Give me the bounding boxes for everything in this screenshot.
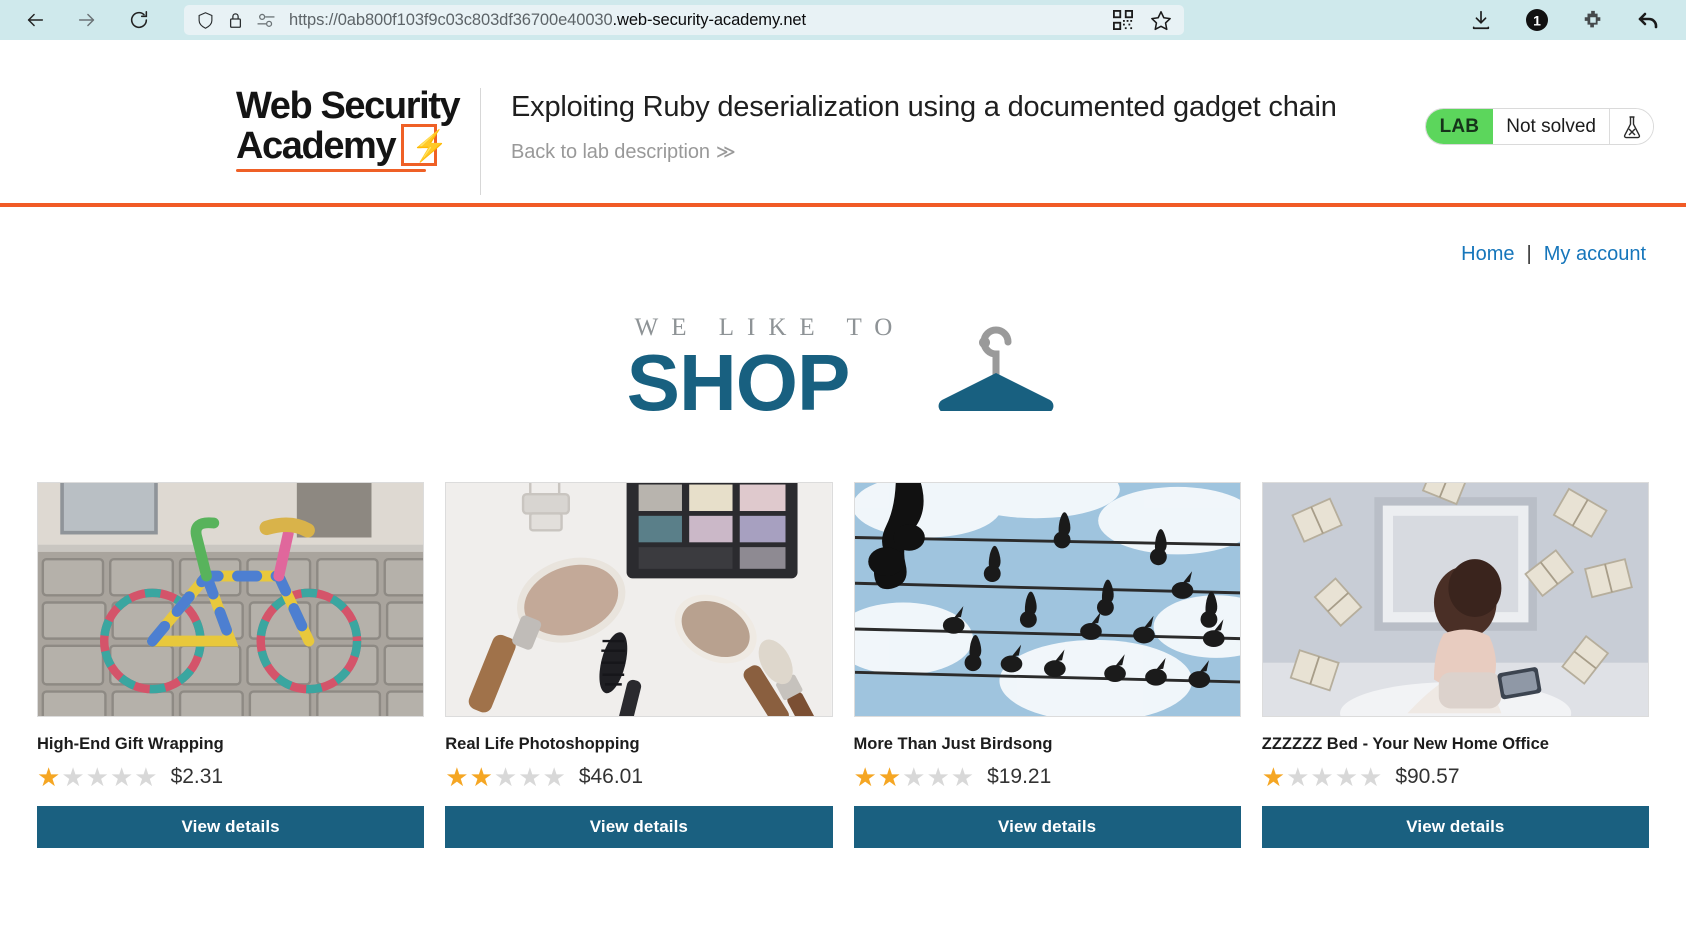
clothes-hanger-icon — [933, 307, 1059, 416]
lab-status-text: Not solved — [1493, 109, 1609, 144]
product-card: ZZZZZZ Bed - Your New Home Office ★ ★ ★ … — [1261, 482, 1649, 848]
product-card: High-End Gift Wrapping ★ ★ ★ ★ ★ $2.31 V… — [37, 482, 425, 848]
product-price: $2.31 — [170, 765, 224, 788]
product-grid: High-End Gift Wrapping ★ ★ ★ ★ ★ $2.31 V… — [32, 482, 1654, 848]
star-icon: ★ — [902, 762, 926, 792]
web-security-academy-logo[interactable]: Web Security Academy ⚡ — [236, 85, 464, 172]
star-bookmark-icon[interactable] — [1150, 9, 1172, 31]
star-icon: ★ — [1334, 762, 1358, 792]
url-host: .web-security-academy.net — [612, 10, 807, 29]
product-rating: ★ ★ ★ ★ ★ $19.21 — [854, 764, 1241, 790]
banner-word: SHOP — [626, 337, 851, 427]
reload-icon[interactable] — [126, 7, 152, 33]
back-arrow-icon[interactable] — [22, 7, 48, 33]
address-bar[interactable]: https://0ab800f103f9c03c803df36700e40030… — [184, 5, 1184, 35]
product-image-birds-on-wires[interactable] — [853, 482, 1241, 717]
logo-underline — [236, 169, 426, 172]
undo-arrow-icon[interactable] — [1636, 7, 1662, 33]
page-content: Web Security Academy ⚡ Exploiting Ruby d… — [0, 40, 1686, 952]
url-text: https://0ab800f103f9c03c803df36700e40030… — [289, 11, 1089, 30]
star-icon: ★ — [1310, 762, 1334, 792]
product-price: $46.01 — [578, 765, 644, 788]
product-rating: ★ ★ ★ ★ ★ $2.31 — [37, 764, 424, 790]
view-details-button[interactable]: View details — [445, 806, 833, 848]
url-prefix: https://0ab800f103f9c03c803df36700e40030 — [289, 10, 613, 29]
star-icon: ★ — [37, 762, 61, 792]
nav-link-my-account[interactable]: My account — [1544, 243, 1646, 266]
view-details-button[interactable]: View details — [1261, 806, 1649, 848]
star-icon: ★ — [1286, 762, 1310, 792]
star-icon: ★ — [926, 762, 950, 792]
star-icon: ★ — [109, 762, 134, 792]
star-icon: ★ — [853, 762, 877, 792]
view-details-button[interactable]: View details — [853, 806, 1241, 848]
permissions-icon[interactable] — [256, 11, 276, 29]
svg-text:1: 1 — [1533, 13, 1541, 29]
forward-arrow-icon[interactable] — [74, 7, 100, 33]
browser-nav-buttons — [22, 7, 152, 33]
product-image-makeup-brushes[interactable] — [445, 482, 833, 717]
back-link-label: Back to lab description — [511, 141, 710, 163]
star-icon: ★ — [877, 762, 902, 792]
star-icon: ★ — [542, 762, 566, 792]
product-image-knitted-bicycle[interactable] — [37, 482, 425, 717]
product-title: High-End Gift Wrapping — [37, 735, 224, 753]
star-rating-icons: ★ ★ ★ ★ ★ — [445, 764, 566, 790]
status-badge: LAB Not solved — [1424, 108, 1654, 145]
logo-line-1: Web Security — [236, 85, 461, 127]
star-icon: ★ — [85, 762, 109, 792]
site-nav: Home | My account — [32, 207, 1654, 266]
qr-code-icon[interactable] — [1112, 9, 1134, 31]
logo-bolt-icon: ⚡ — [401, 124, 449, 166]
product-title: More Than Just Birdsong — [853, 735, 1053, 753]
product-rating: ★ ★ ★ ★ ★ $90.57 — [1262, 764, 1649, 790]
lab-tag: LAB — [1425, 109, 1494, 144]
product-card: More Than Just Birdsong ★ ★ ★ ★ ★ $19.21… — [853, 482, 1241, 848]
product-price: $19.21 — [987, 765, 1052, 788]
star-icon: ★ — [950, 762, 975, 792]
nav-link-home[interactable]: Home — [1461, 243, 1514, 266]
star-rating-icons: ★ ★ ★ ★ ★ — [37, 764, 158, 790]
lab-header-text: Exploiting Ruby deserialization using a … — [481, 86, 1337, 164]
star-icon: ★ — [61, 762, 85, 792]
chevron-right-icon: ≫ — [715, 142, 736, 163]
product-title: ZZZZZZ Bed - Your New Home Office — [1261, 735, 1549, 753]
star-rating-icons: ★ ★ ★ ★ ★ — [1262, 764, 1383, 790]
browser-toolbar: https://0ab800f103f9c03c803df36700e40030… — [0, 0, 1686, 40]
logo-line-2: Academy — [236, 125, 397, 167]
extension-icon[interactable] — [1580, 7, 1606, 33]
star-icon: ★ — [134, 762, 158, 792]
address-bar-icons — [196, 11, 276, 29]
shop-content: Home | My account WE LIKE TO SHOP High-E… — [0, 207, 1686, 848]
star-icon: ★ — [1359, 762, 1383, 792]
product-title: Real Life Photoshopping — [445, 735, 640, 753]
star-icon: ★ — [518, 762, 542, 792]
nav-separator: | — [1526, 243, 1532, 265]
star-icon: ★ — [1261, 762, 1286, 792]
view-details-button[interactable]: View details — [37, 806, 425, 848]
product-image-flying-books-bedroom[interactable] — [1261, 482, 1649, 717]
product-rating: ★ ★ ★ ★ ★ $46.01 — [445, 764, 832, 790]
star-icon: ★ — [469, 762, 493, 792]
shop-banner: WE LIKE TO SHOP — [32, 294, 1654, 434]
star-icon: ★ — [493, 762, 518, 792]
product-card: Real Life Photoshopping ★ ★ ★ ★ ★ $46.01… — [445, 482, 833, 848]
star-icon: ★ — [445, 762, 469, 792]
download-icon[interactable] — [1468, 7, 1494, 33]
lab-header: Web Security Academy ⚡ Exploiting Ruby d… — [0, 40, 1686, 203]
shield-icon[interactable] — [196, 11, 214, 29]
product-price: $90.57 — [1395, 765, 1460, 788]
browser-actions: 1 — [1438, 7, 1672, 33]
lock-icon[interactable] — [227, 11, 243, 29]
flask-x-icon — [1609, 109, 1653, 144]
badge-one-icon[interactable]: 1 — [1524, 7, 1550, 33]
page-title: Exploiting Ruby deserialization using a … — [511, 91, 1337, 123]
back-to-lab-description-link[interactable]: Back to lab description ≫ — [511, 141, 1337, 164]
star-rating-icons: ★ ★ ★ ★ ★ — [854, 764, 975, 790]
address-bar-actions — [1112, 9, 1172, 31]
